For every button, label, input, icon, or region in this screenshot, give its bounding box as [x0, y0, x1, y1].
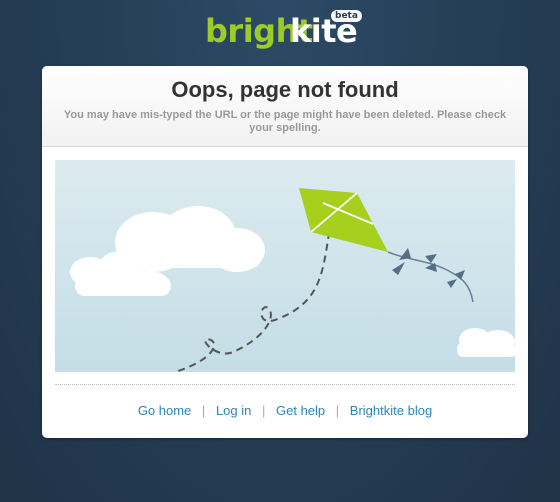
link-separator: |	[335, 403, 340, 418]
error-header: Oops, page not found You may have mis-ty…	[42, 66, 528, 147]
kite-illustration	[55, 160, 515, 372]
divider	[55, 384, 515, 385]
go-home-link[interactable]: Go home	[138, 403, 191, 418]
get-help-link[interactable]: Get help	[276, 403, 325, 418]
error-message: You may have mis-typed the URL or the pa…	[63, 109, 507, 134]
cloud-right	[457, 328, 515, 357]
beta-badge: beta	[331, 10, 362, 22]
log-in-link[interactable]: Log in	[216, 403, 251, 418]
brightkite-logo[interactable]: bright kite beta	[205, 10, 362, 52]
error-card: Oops, page not found You may have mis-ty…	[42, 66, 528, 438]
link-separator: |	[261, 403, 266, 418]
page-title: Oops, page not found	[171, 77, 399, 102]
brightkite-blog-link[interactable]: Brightkite blog	[350, 403, 432, 418]
footer-links: Go home | Log in | Get help | Brightkite…	[42, 403, 528, 418]
link-separator: |	[201, 403, 206, 418]
